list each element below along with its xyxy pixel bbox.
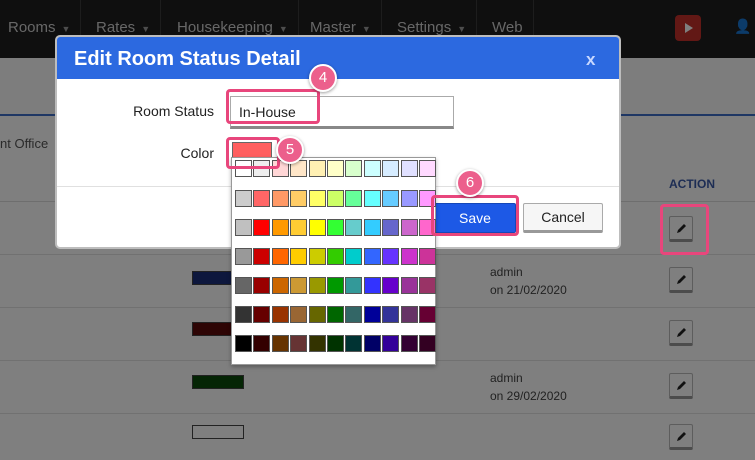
highlight-color [226,137,280,169]
palette-swatch[interactable] [400,219,418,236]
palette-swatch[interactable] [327,277,344,294]
palette-swatch[interactable] [400,248,418,265]
step-badge-4: 4 [309,64,337,92]
palette-swatch[interactable] [382,160,400,177]
palette-swatch[interactable] [345,277,363,294]
palette-swatch[interactable] [419,248,436,265]
palette-swatch[interactable] [308,160,326,177]
palette-swatch[interactable] [327,160,344,177]
palette-swatch[interactable] [382,248,400,265]
palette-swatch[interactable] [327,335,344,352]
palette-swatch[interactable] [290,335,308,352]
palette-swatch[interactable] [253,219,271,236]
palette-swatch[interactable] [308,335,326,352]
palette-swatch[interactable] [308,306,326,323]
palette-swatch[interactable] [400,160,418,177]
palette-swatch[interactable] [382,335,400,352]
palette-swatch[interactable] [235,335,252,352]
palette-swatch[interactable] [235,306,252,323]
palette-swatch[interactable] [308,248,326,265]
palette-swatch[interactable] [290,306,308,323]
room-status-label: Room Status [133,103,214,119]
palette-swatch[interactable] [327,306,344,323]
palette-swatch[interactable] [345,248,363,265]
palette-swatch[interactable] [345,306,363,323]
step-badge-5: 5 [276,136,304,164]
palette-swatch[interactable] [308,219,326,236]
palette-swatch[interactable] [419,160,436,177]
palette-swatch[interactable] [235,248,252,265]
cancel-button[interactable]: Cancel [523,203,603,233]
step-badge-6: 6 [456,169,484,197]
color-palette [231,157,436,365]
modal-header: Edit Room Status Detail x [57,37,619,79]
palette-swatch[interactable] [345,160,363,177]
palette-swatch[interactable] [363,335,381,352]
palette-swatch[interactable] [327,190,344,207]
palette-swatch[interactable] [382,190,400,207]
palette-swatch[interactable] [363,306,381,323]
palette-swatch[interactable] [400,335,418,352]
palette-swatch[interactable] [235,219,252,236]
palette-swatch[interactable] [400,190,418,207]
palette-swatch[interactable] [290,277,308,294]
palette-swatch[interactable] [363,277,381,294]
palette-swatch[interactable] [253,335,271,352]
palette-swatch[interactable] [419,277,436,294]
palette-swatch[interactable] [271,335,289,352]
color-label: Color [180,145,214,161]
palette-swatch[interactable] [290,190,308,207]
palette-swatch[interactable] [419,335,436,352]
highlight-edit-button [660,204,709,255]
palette-swatch[interactable] [419,306,436,323]
palette-swatch[interactable] [363,160,381,177]
palette-swatch[interactable] [290,248,308,265]
palette-swatch[interactable] [271,248,289,265]
palette-swatch[interactable] [308,190,326,207]
palette-swatch[interactable] [253,190,271,207]
palette-swatch[interactable] [400,306,418,323]
palette-swatch[interactable] [235,277,252,294]
palette-swatch[interactable] [400,277,418,294]
palette-swatch[interactable] [363,190,381,207]
palette-swatch[interactable] [271,277,289,294]
palette-swatch[interactable] [290,219,308,236]
palette-swatch[interactable] [345,335,363,352]
palette-swatch[interactable] [363,219,381,236]
palette-swatch[interactable] [271,306,289,323]
palette-swatch[interactable] [327,219,344,236]
palette-swatch[interactable] [235,190,252,207]
highlight-room-status [226,89,320,124]
palette-swatch[interactable] [363,248,381,265]
palette-swatch[interactable] [271,219,289,236]
palette-swatch[interactable] [253,248,271,265]
palette-swatch[interactable] [382,306,400,323]
modal-title: Edit Room Status Detail [74,48,301,70]
palette-swatch[interactable] [253,306,271,323]
palette-swatch[interactable] [382,277,400,294]
palette-swatch[interactable] [327,248,344,265]
palette-swatch[interactable] [308,277,326,294]
palette-swatch[interactable] [382,219,400,236]
palette-swatch[interactable] [345,219,363,236]
palette-swatch[interactable] [271,190,289,207]
palette-swatch[interactable] [253,277,271,294]
close-icon[interactable]: x [586,50,595,70]
highlight-save [431,195,519,236]
palette-swatch[interactable] [345,190,363,207]
